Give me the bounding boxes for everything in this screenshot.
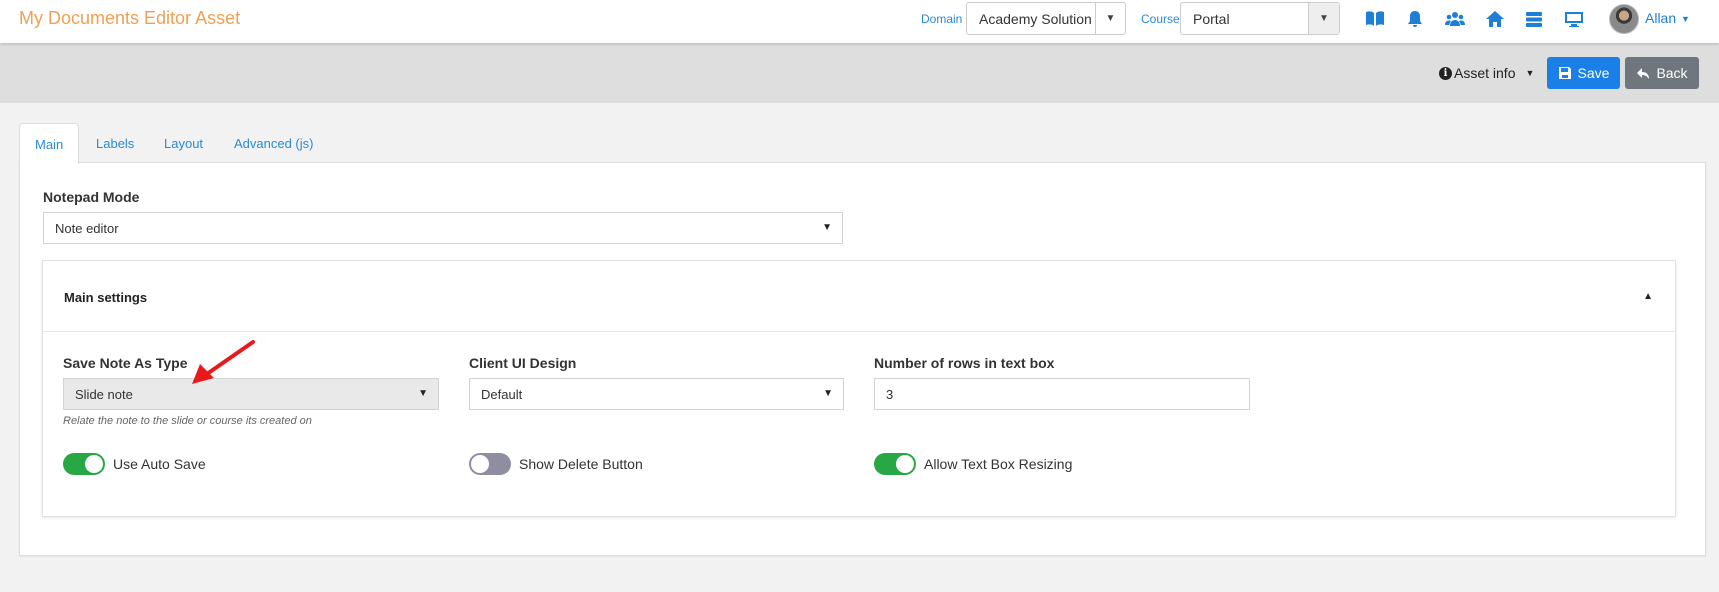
caret-down-icon: ▼: [823, 388, 833, 399]
chevron-down-icon[interactable]: ▼: [1681, 14, 1690, 24]
rows-label: Number of rows in text box: [874, 355, 1055, 371]
course-select[interactable]: Portal ▼: [1180, 2, 1340, 35]
home-icon[interactable]: [1484, 8, 1506, 30]
tab-layout[interactable]: Layout: [149, 123, 218, 163]
avatar[interactable]: [1609, 4, 1639, 34]
annotation-arrow-icon: [192, 340, 255, 384]
tab-labels[interactable]: Labels: [81, 123, 149, 163]
bell-icon[interactable]: [1404, 8, 1426, 30]
users-icon[interactable]: [1444, 8, 1466, 30]
notepad-mode-value: Note editor: [55, 221, 119, 236]
text-resize-label: Allow Text Box Resizing: [924, 456, 1073, 472]
course-select-value: Portal: [1193, 11, 1230, 27]
tab-layout-label: Layout: [164, 135, 204, 151]
toggle-knob: [896, 455, 914, 473]
save-note-type-value: Slide note: [75, 387, 133, 402]
caret-down-icon[interactable]: ▼: [1308, 3, 1339, 34]
text-resize-toggle[interactable]: [874, 453, 916, 475]
toggle-knob: [85, 455, 103, 473]
back-button-label: Back: [1656, 65, 1688, 81]
main-settings-title: Main settings: [64, 290, 148, 305]
notepad-mode-select[interactable]: Note editor ▼: [43, 212, 843, 244]
caret-down-icon: ▼: [822, 222, 832, 233]
client-ui-design-select[interactable]: Default ▼: [469, 378, 844, 410]
show-delete-label: Show Delete Button: [519, 456, 643, 472]
main-settings-header[interactable]: Main settings ▲: [43, 261, 1675, 332]
top-navbar: My Documents Editor Asset Domain Academy…: [0, 0, 1719, 43]
caret-down-icon: ▼: [418, 388, 428, 399]
auto-save-toggle[interactable]: [63, 453, 105, 475]
book-icon[interactable]: [1364, 8, 1386, 30]
collapse-caret-icon[interactable]: ▲: [1643, 291, 1653, 302]
save-icon: [1558, 67, 1571, 79]
action-bar: i Asset info ▼ Save Back: [0, 43, 1719, 103]
tab-labels-label: Labels: [96, 135, 135, 151]
domain-label: Domain: [921, 12, 963, 26]
domain-select-value: Academy Solution: [979, 11, 1092, 27]
reply-icon: [1637, 68, 1650, 79]
server-icon[interactable]: [1523, 8, 1545, 30]
caret-down-icon: ▼: [1525, 68, 1535, 78]
asset-info-dropdown[interactable]: i Asset info ▼: [1439, 65, 1534, 81]
rows-input[interactable]: 3: [874, 378, 1250, 410]
user-name[interactable]: Allan: [1645, 10, 1676, 26]
save-button-label: Save: [1577, 65, 1610, 81]
toggle-knob: [471, 455, 489, 473]
monitor-icon[interactable]: [1563, 8, 1585, 30]
client-ui-design-label: Client UI Design: [469, 355, 577, 371]
domain-select[interactable]: Academy Solution ▼: [966, 2, 1126, 35]
client-ui-design-value: Default: [481, 387, 523, 402]
app-title: My Documents Editor Asset: [19, 8, 241, 28]
asset-info-label: Asset info: [1454, 65, 1516, 81]
save-note-type-label: Save Note As Type: [63, 355, 188, 371]
tab-main[interactable]: Main: [19, 123, 80, 164]
tab-advanced-label: Advanced (js): [234, 135, 314, 151]
course-label: Course: [1141, 12, 1180, 26]
tab-advanced[interactable]: Advanced (js): [219, 123, 328, 163]
save-note-type-hint: Relate the note to the slide or course i…: [63, 415, 312, 427]
info-icon: i: [1439, 66, 1452, 80]
save-button[interactable]: Save: [1547, 57, 1620, 89]
tab-main-label: Main: [35, 136, 64, 152]
auto-save-label: Use Auto Save: [113, 456, 206, 472]
show-delete-toggle[interactable]: [469, 453, 511, 475]
caret-down-icon[interactable]: ▼: [1095, 3, 1125, 34]
back-button[interactable]: Back: [1625, 57, 1699, 89]
notepad-mode-label: Notepad Mode: [43, 189, 140, 205]
rows-input-value: 3: [886, 387, 894, 402]
